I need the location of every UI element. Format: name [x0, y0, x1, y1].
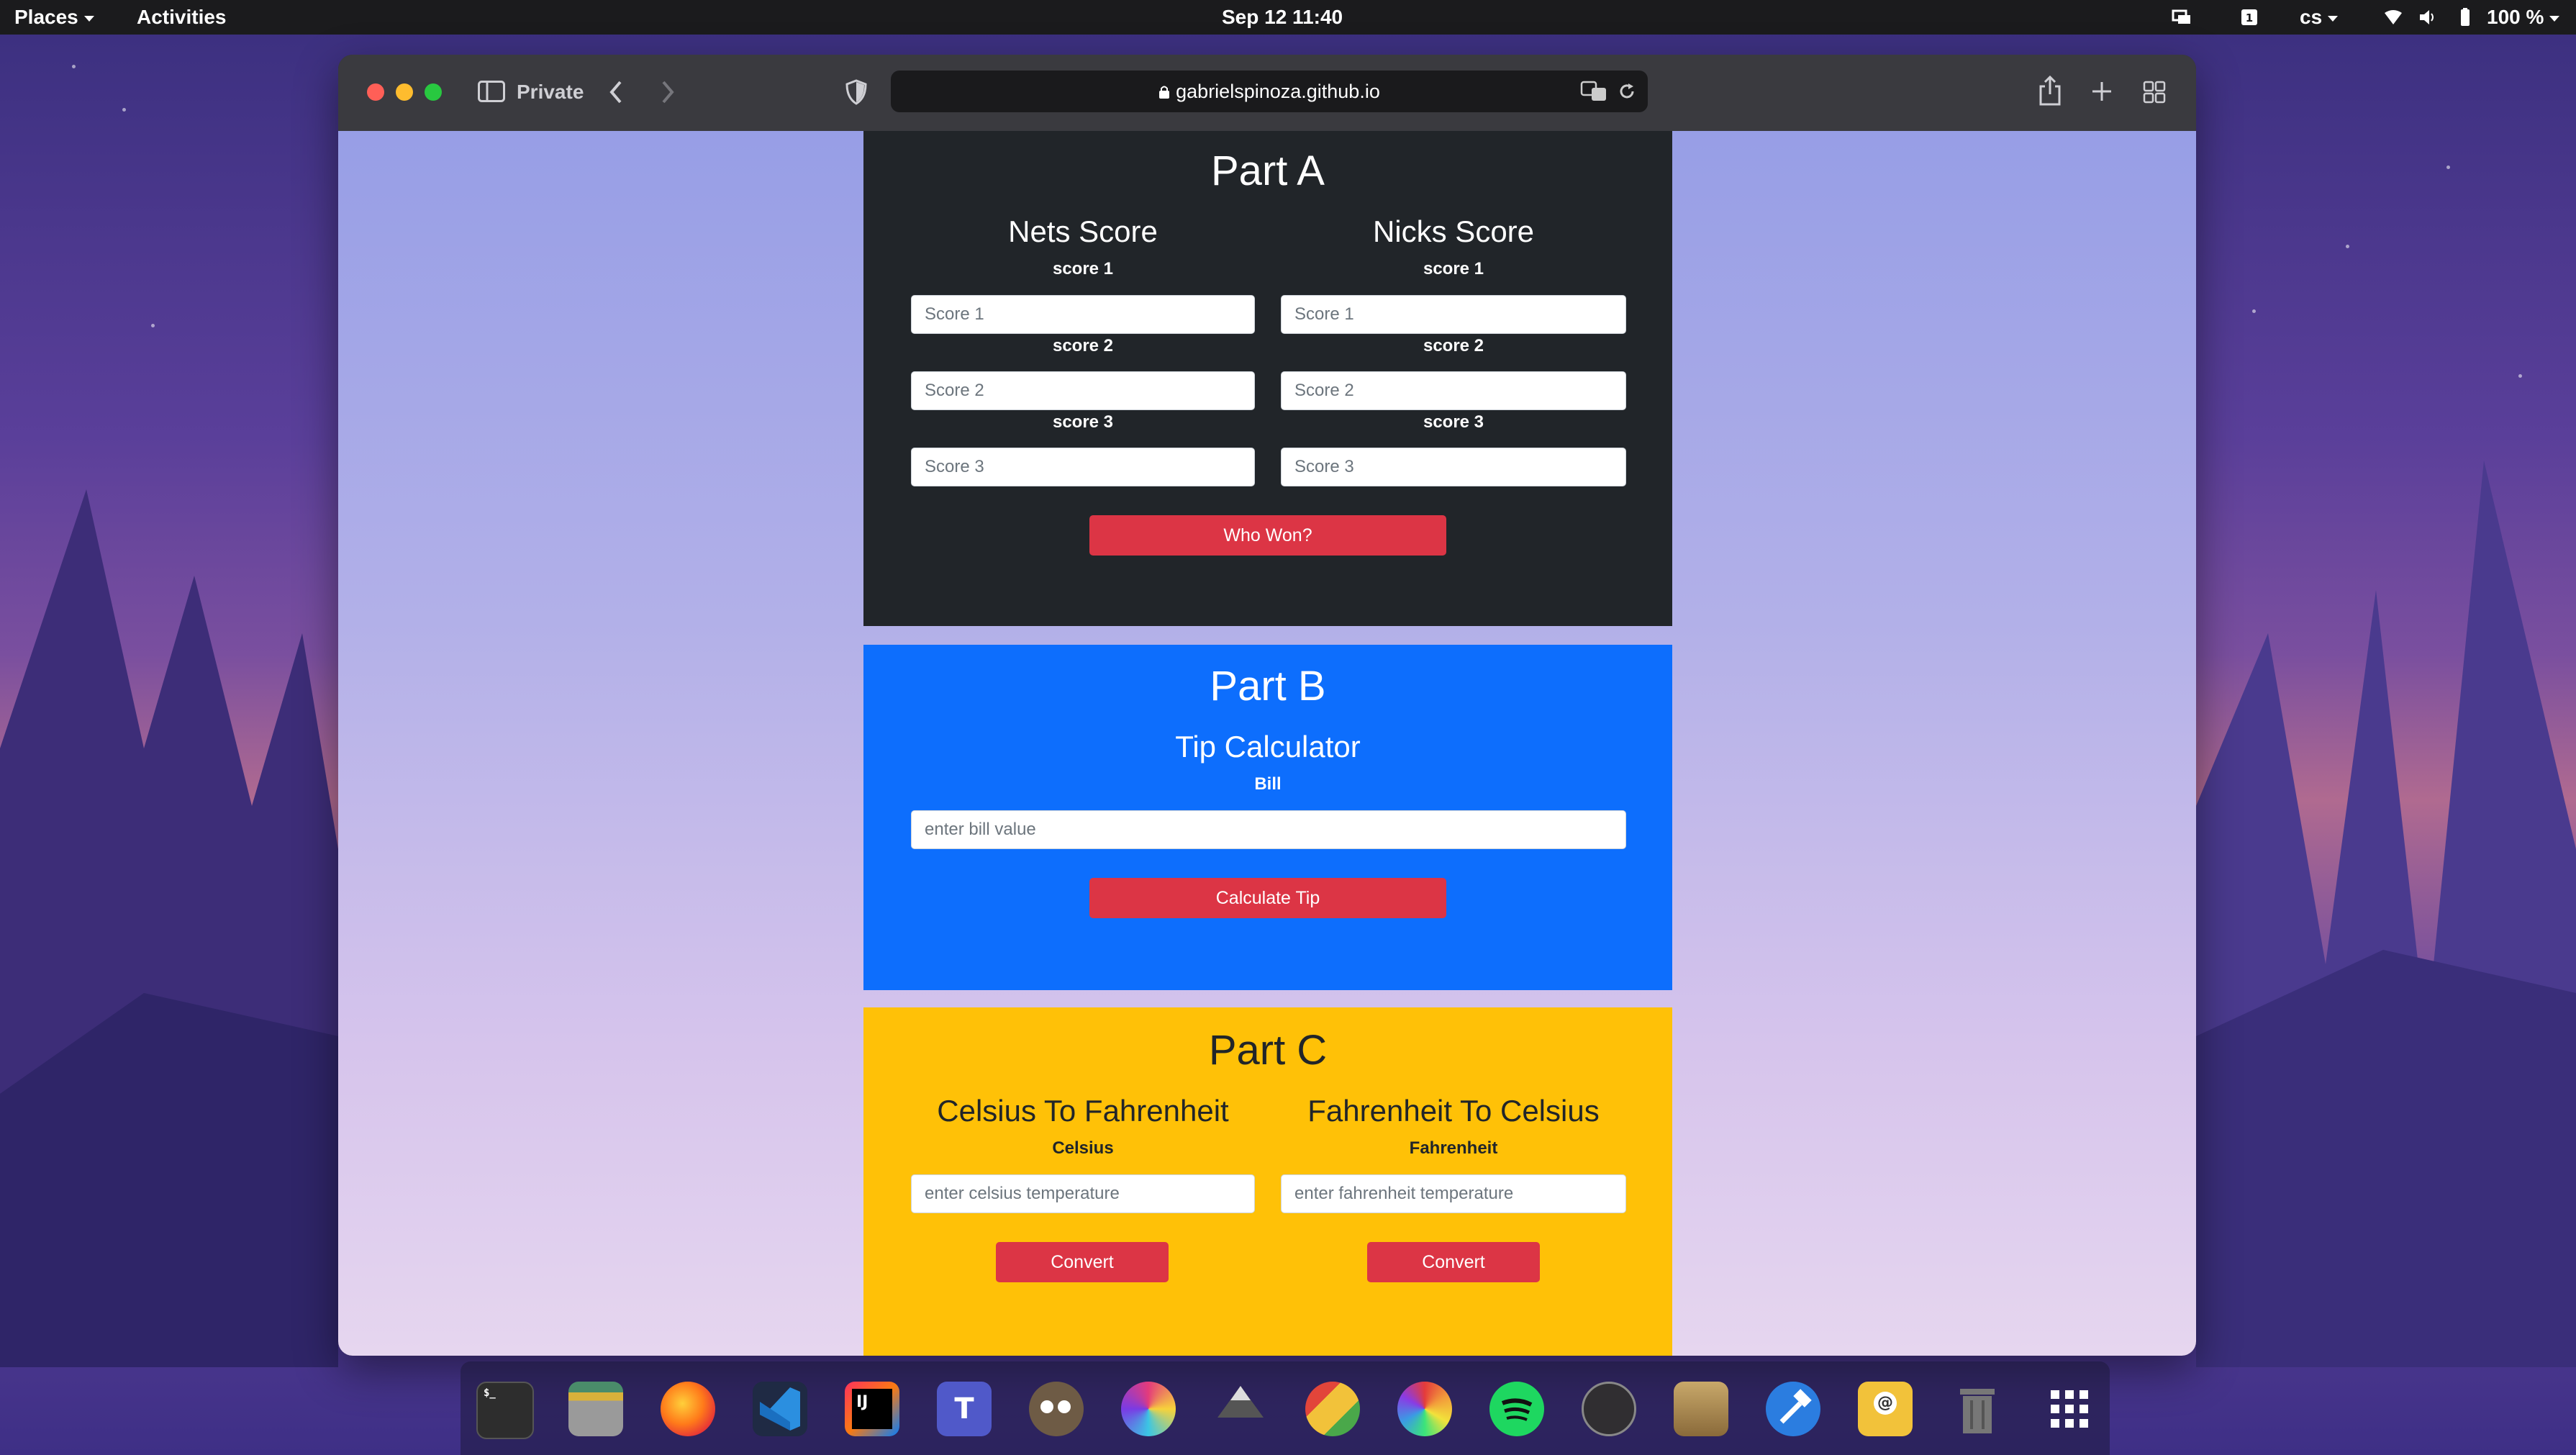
part-c-title: Part C [1208, 1027, 1328, 1074]
calculate-tip-button[interactable]: Calculate Tip [1089, 878, 1446, 918]
reload-icon[interactable] [1618, 82, 1636, 101]
notification-badge-icon[interactable]: 1 [2239, 7, 2259, 27]
fahrenheit-to-celsius-heading: Fahrenheit To Celsius [1307, 1094, 1600, 1128]
close-window-button[interactable] [367, 83, 384, 101]
nets-score-1-input[interactable] [911, 295, 1255, 334]
browser-toolbar: Private gabrielspinoza.github.io [338, 55, 2196, 132]
private-label: Private [517, 81, 584, 103]
part-a-card: Part A Nets Score score 1 score 2 score … [863, 131, 1672, 626]
right-mountains-illustration [2196, 461, 2576, 1367]
teams-icon[interactable]: T [937, 1382, 992, 1436]
part-a-title: Part A [1211, 148, 1325, 194]
chevron-down-icon [2549, 15, 2560, 22]
zoom-window-button[interactable] [425, 83, 442, 101]
share-icon[interactable] [2038, 75, 2062, 106]
nets-score-3-input[interactable] [911, 448, 1255, 486]
firefox-icon[interactable] [661, 1382, 715, 1436]
battery-percentage-label: 100 % [2487, 6, 2544, 28]
gimp-icon[interactable] [1029, 1382, 1084, 1436]
nets-score-1-label: score 1 [1052, 259, 1114, 278]
privacy-shield-icon[interactable] [845, 79, 868, 105]
nicks-score-1-label: score 1 [1423, 259, 1484, 278]
app-grid-icon[interactable] [2042, 1382, 2097, 1436]
app-installer-icon[interactable] [1674, 1382, 1728, 1436]
keyboard-layout-label: cs [2300, 6, 2323, 28]
celsius-input[interactable] [911, 1174, 1255, 1213]
keyboard-layout-indicator[interactable]: cs [2300, 4, 2339, 30]
nets-score-2-input[interactable] [911, 371, 1255, 410]
aperture-icon[interactable] [1397, 1382, 1452, 1436]
nicks-score-1-input[interactable] [1281, 295, 1626, 334]
system-top-bar: Places Activities Sep 12 11:40 1 cs 100 … [0, 0, 2576, 35]
wifi-icon[interactable] [2383, 7, 2403, 27]
inkscape-icon[interactable] [1213, 1382, 1268, 1436]
battery-icon[interactable] [2455, 7, 2475, 27]
clock[interactable]: Sep 12 11:40 [1222, 4, 1343, 30]
nets-score-heading: Nets Score [1008, 214, 1158, 248]
address-bar[interactable]: gabrielspinoza.github.io [891, 71, 1648, 112]
nicks-score-2-label: score 2 [1423, 336, 1484, 355]
part-c-card: Part C Celsius To Fahrenheit Celsius Con… [863, 1007, 1672, 1356]
chevron-down-icon [83, 15, 94, 22]
part-b-title: Part B [1210, 663, 1326, 710]
volume-icon[interactable] [2418, 7, 2438, 27]
battery-percentage[interactable]: 100 % [2487, 4, 2560, 30]
build-tools-icon[interactable] [1766, 1382, 1820, 1436]
sidebar-toggle-icon[interactable] [478, 81, 505, 102]
vscode-icon[interactable] [753, 1382, 807, 1436]
left-mountains-illustration [0, 489, 338, 1367]
screen-share-icon[interactable] [2172, 7, 2192, 27]
browser-window: Private gabrielspinoza.github.io Part A … [338, 55, 2196, 1356]
files-icon[interactable] [568, 1382, 623, 1436]
places-menu[interactable]: Places [14, 4, 94, 30]
new-tab-plus-icon[interactable] [2091, 81, 2113, 102]
nicks-score-2-input[interactable] [1281, 371, 1626, 410]
minimize-window-button[interactable] [396, 83, 413, 101]
translate-icon[interactable] [1580, 81, 1609, 102]
mail-icon[interactable]: @ [1858, 1382, 1913, 1436]
lock-icon [1159, 86, 1170, 99]
bill-label: Bill [1254, 774, 1282, 794]
krita-icon[interactable] [1121, 1382, 1176, 1436]
svg-text:1: 1 [2246, 12, 2253, 24]
celsius-label: Celsius [1052, 1138, 1114, 1158]
nets-score-2-label: score 2 [1052, 336, 1114, 355]
chevron-down-icon [2328, 15, 2339, 22]
who-won-button[interactable]: Who Won? [1089, 515, 1446, 556]
spotify-icon[interactable] [1489, 1382, 1544, 1436]
fahrenheit-input[interactable] [1281, 1174, 1626, 1213]
celsius-convert-button[interactable]: Convert [996, 1242, 1169, 1282]
trash-icon[interactable] [1950, 1382, 2005, 1436]
celsius-to-fahrenheit-heading: Celsius To Fahrenheit [937, 1094, 1229, 1128]
places-menu-label: Places [14, 6, 78, 28]
terminal-icon[interactable]: $_ [476, 1382, 534, 1439]
nicks-score-3-label: score 3 [1423, 412, 1484, 432]
fahrenheit-label: Fahrenheit [1409, 1138, 1498, 1158]
bill-input[interactable] [911, 810, 1626, 849]
obs-icon[interactable] [1582, 1382, 1636, 1436]
nets-score-3-label: score 3 [1052, 412, 1114, 432]
tab-overview-icon[interactable] [2143, 81, 2166, 104]
part-b-card: Part B Tip Calculator Bill Calculate Tip [863, 645, 1672, 990]
activities-button[interactable]: Activities [137, 4, 227, 30]
url-text: gabrielspinoza.github.io [1176, 81, 1380, 102]
web-page: Part A Nets Score score 1 score 2 score … [338, 131, 2196, 1356]
nicks-score-heading: Nicks Score [1372, 214, 1535, 248]
color-picker-icon[interactable] [1305, 1382, 1360, 1436]
fahrenheit-convert-button[interactable]: Convert [1367, 1242, 1540, 1282]
tip-calculator-heading: Tip Calculator [1175, 730, 1361, 763]
back-arrow-icon[interactable] [607, 78, 625, 106]
dock: $_ IJ T @ [461, 1361, 2110, 1455]
forward-arrow-icon[interactable] [659, 78, 676, 106]
intellij-icon[interactable]: IJ [845, 1382, 899, 1436]
nicks-score-3-input[interactable] [1281, 448, 1626, 486]
